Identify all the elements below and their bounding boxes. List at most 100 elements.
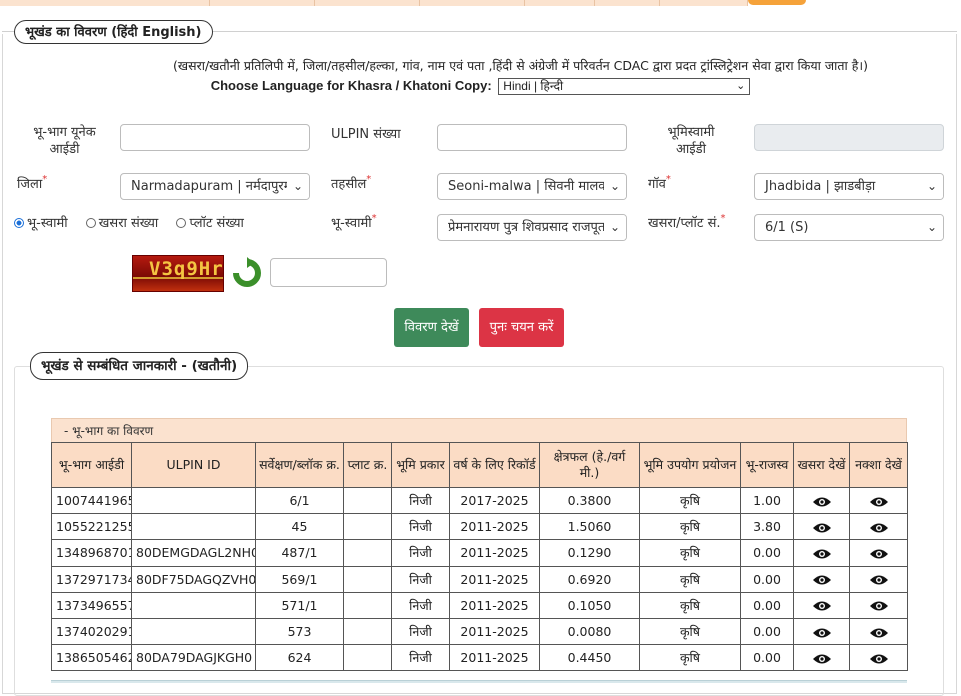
- nav-tab[interactable]: [210, 0, 315, 6]
- nav-tab[interactable]: [595, 0, 660, 6]
- land-details-table-wrapper: - भू-भाग का विवरण भू-भाग आईडी ULPIN ID स…: [51, 418, 908, 672]
- nav-tab[interactable]: [315, 0, 420, 6]
- cell-revenue: 3.80: [740, 513, 794, 541]
- captcha-text: V3q9Hr: [149, 258, 224, 280]
- refresh-icon[interactable]: [230, 257, 264, 288]
- eye-icon[interactable]: [869, 545, 889, 560]
- table-header-row: भू-भाग आईडी ULPIN ID सर्वेक्षण/ब्लॉक क्र…: [51, 442, 908, 488]
- eye-icon[interactable]: [812, 650, 832, 665]
- col-header-land-type: भूमि प्रकार: [391, 442, 450, 488]
- cell-area: 0.6920: [539, 565, 640, 593]
- view-khasra-button[interactable]: [793, 565, 850, 593]
- language-row: Choose Language for Khasra / Khatoni Cop…: [0, 78, 961, 96]
- view-map-button[interactable]: [849, 486, 908, 515]
- view-khasra-button[interactable]: [793, 644, 850, 672]
- cell-ulpin: [131, 486, 256, 515]
- eye-icon[interactable]: [869, 519, 889, 534]
- language-label: Choose Language for Khasra / Khatoni Cop…: [210, 78, 492, 93]
- district-select[interactable]: Narmadapuram | नर्मदापुरम ⌄: [120, 173, 310, 200]
- cell-plot: [343, 513, 392, 541]
- radio-owner-label: भू-स्वामी: [27, 216, 68, 231]
- ulpin-input[interactable]: [437, 124, 627, 151]
- nav-tab[interactable]: [660, 0, 748, 6]
- cell-survey: 569/1: [255, 565, 344, 593]
- table-row: 1373496557 571/1 निजी 2011-2025 0.1050 कृषि 0.…: [51, 591, 908, 619]
- village-select[interactable]: Jhadbida | झाडबीड़ा ⌄: [754, 173, 944, 200]
- cell-plot: [343, 591, 392, 619]
- cell-survey: 573: [255, 617, 344, 646]
- reset-selection-button[interactable]: पुनः चयन करें: [479, 308, 564, 347]
- village-label-text: गॉव: [648, 177, 666, 192]
- nav-tab[interactable]: [420, 0, 525, 6]
- cell-record-year: 2011-2025: [449, 565, 540, 593]
- cell-land-id: 1373496557: [51, 591, 132, 619]
- view-map-button[interactable]: [849, 513, 908, 541]
- eye-icon[interactable]: [869, 572, 889, 587]
- eye-icon[interactable]: [812, 624, 832, 639]
- land-details-table: भू-भाग आईडी ULPIN ID सर्वेक्षण/ब्लॉक क्र…: [51, 442, 908, 672]
- eye-icon[interactable]: [869, 598, 889, 613]
- nav-tab[interactable]: [525, 0, 595, 6]
- nav-tab-active[interactable]: [748, 0, 806, 5]
- table-row: 1055221255 45 निजी 2011-2025 1.5060 कृषि 3.80: [51, 513, 908, 541]
- eye-icon[interactable]: [869, 493, 889, 508]
- view-map-button[interactable]: [849, 591, 908, 619]
- view-khasra-button[interactable]: [793, 486, 850, 515]
- radio-button[interactable]: [85, 218, 96, 228]
- view-khasra-button[interactable]: [793, 617, 850, 646]
- eye-icon[interactable]: [869, 624, 889, 639]
- cell-survey: 487/1: [255, 539, 344, 567]
- eye-icon[interactable]: [812, 598, 832, 613]
- col-header-view-khasra: खसरा देखें: [793, 442, 850, 488]
- nav-tab[interactable]: [0, 0, 210, 6]
- radio-khasra[interactable]: खसरा संख्या: [85, 213, 158, 231]
- view-details-button[interactable]: विवरण देखें: [394, 308, 469, 347]
- radio-owner[interactable]: भू-स्वामी: [14, 213, 68, 231]
- col-header-revenue: भू-राजस्व: [740, 442, 794, 488]
- cell-land-id: 1372971734: [51, 565, 132, 593]
- owner-select-value: प्रेमनारायण पुत्र शिवप्रसाद राजपूत: [448, 220, 606, 235]
- cell-area: 0.3800: [539, 486, 640, 515]
- view-map-button[interactable]: [849, 617, 908, 646]
- view-map-button[interactable]: [849, 644, 908, 672]
- col-header-land-use: भूमि उपयोग प्रयोजन: [639, 442, 741, 488]
- cell-land-id: 1374020291: [51, 617, 132, 646]
- eye-icon[interactable]: [869, 650, 889, 665]
- radio-button[interactable]: [176, 218, 187, 228]
- eye-icon[interactable]: [812, 519, 832, 534]
- cell-land-type: निजी: [391, 565, 450, 593]
- view-khasra-button[interactable]: [793, 591, 850, 619]
- unique-id-input[interactable]: [120, 124, 310, 151]
- chevron-down-icon: ⌄: [604, 174, 626, 199]
- language-select-value: Hindi | हिन्दी: [503, 79, 564, 94]
- cell-land-use: कृषि: [639, 644, 741, 672]
- eye-icon[interactable]: [812, 493, 832, 508]
- view-map-button[interactable]: [849, 539, 908, 567]
- cell-area: 0.4450: [539, 644, 640, 672]
- owner-select[interactable]: प्रेमनारायण पुत्र शिवप्रसाद राजपूत ⌄: [437, 214, 627, 241]
- eye-icon[interactable]: [812, 572, 832, 587]
- village-select-value: Jhadbida | झाडबीड़ा: [765, 179, 876, 194]
- radio-button[interactable]: [14, 218, 24, 228]
- cell-plot: [343, 486, 392, 515]
- owner-label: भू-स्वामी*: [331, 213, 377, 231]
- cell-land-use: कृषि: [639, 591, 741, 619]
- cell-ulpin: [131, 617, 256, 646]
- table-row: 1348968701 80DEMGDAGL2NH0 487/1 निजी 2011-20…: [51, 539, 908, 567]
- khasra-label: खसरा/प्लॉट सं.*: [648, 213, 726, 231]
- district-select-value: Narmadapuram | नर्मदापुरम: [131, 179, 292, 194]
- cell-ulpin: 80DEMGDAGL2NH0: [131, 539, 256, 567]
- radio-plot[interactable]: प्लॉट संख्या: [176, 213, 244, 231]
- captcha-input[interactable]: [270, 258, 387, 287]
- table-body: 1007441965 6/1 निजी 2017-2025 0.3800 कृषि 1.00…: [51, 486, 908, 672]
- language-select[interactable]: Hindi | हिन्दी ⌄: [498, 78, 751, 96]
- khasra-select[interactable]: 6/1 (S) ⌄: [754, 214, 944, 241]
- view-khasra-button[interactable]: [793, 513, 850, 541]
- cell-ulpin: 80DF75DAGQZVH0: [131, 565, 256, 593]
- tehsil-select-value: Seoni-malwa | सिवनी मालवा: [448, 179, 609, 194]
- tehsil-select[interactable]: Seoni-malwa | सिवनी मालवा ⌄: [437, 173, 627, 200]
- view-map-button[interactable]: [849, 565, 908, 593]
- view-khasra-button[interactable]: [793, 539, 850, 567]
- cell-land-type: निजी: [391, 617, 450, 646]
- eye-icon[interactable]: [812, 545, 832, 560]
